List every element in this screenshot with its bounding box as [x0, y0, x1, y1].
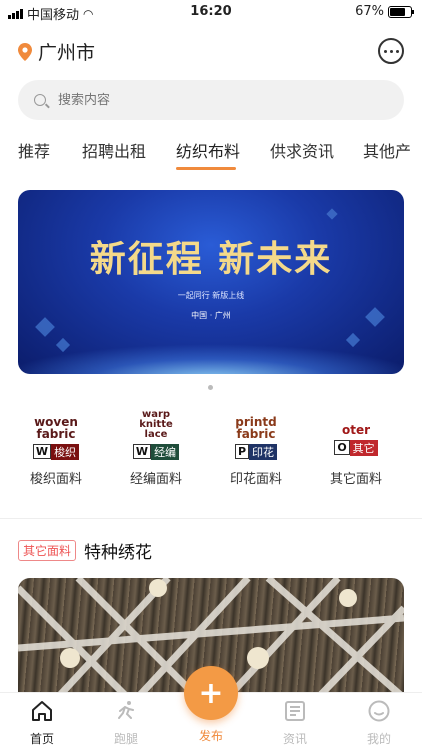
- publish-label[interactable]: 发布: [181, 727, 241, 744]
- banner-location: 中国 · 广州: [191, 311, 231, 320]
- tab-news[interactable]: 资讯: [265, 699, 325, 747]
- battery-percent: 67%: [355, 4, 384, 19]
- category-label: 经编面料: [129, 472, 182, 487]
- publish-button[interactable]: +: [184, 666, 238, 720]
- active-tab-indicator: [176, 167, 236, 170]
- banner-glow: [18, 344, 404, 374]
- tab-recommend[interactable]: 推荐: [18, 138, 50, 162]
- woven-logo-icon: woven fabric W 梭织: [32, 415, 80, 460]
- search-input[interactable]: [56, 91, 360, 109]
- search-bar[interactable]: [18, 80, 404, 120]
- tab-home-label: 首页: [29, 732, 54, 746]
- tab-recruit-rent[interactable]: 招聘出租: [82, 138, 146, 162]
- post-title: 特种绣花: [84, 543, 153, 563]
- battery-icon: [388, 5, 414, 18]
- home-icon: [32, 701, 52, 721]
- category-label: 其它面料: [329, 472, 382, 487]
- category-label: 印花面料: [229, 472, 282, 487]
- banner-subtitle: 一起同行 新版上线: [177, 291, 245, 300]
- other-logo-icon: oter O 其它: [326, 410, 386, 462]
- tab-news-label: 资讯: [282, 732, 307, 746]
- location-selector[interactable]: 广州市: [18, 38, 95, 65]
- post-header[interactable]: 其它面料 特种绣花: [18, 538, 152, 563]
- tab-textile-fabric[interactable]: 纺织布料: [176, 138, 240, 162]
- city-name: 广州市: [38, 42, 96, 64]
- news-icon: [285, 701, 305, 721]
- profile-icon: [368, 700, 390, 722]
- banner-title: 新征程 新未来: [89, 238, 333, 280]
- warp-knit-logo-icon: warp knitte lace W 经编: [126, 410, 186, 462]
- search-icon: [34, 94, 46, 106]
- tab-errands-label: 跑腿: [113, 732, 138, 746]
- category-warp-knit[interactable]: warp knitte lace W 经编 经编面料: [106, 410, 206, 488]
- tab-profile-label: 我的: [366, 732, 391, 746]
- fabric-categories: woven fabric W 梭织 梭织面料 warp knitte lace W…: [0, 410, 422, 500]
- post-category-tag: 其它面料: [18, 540, 77, 561]
- tab-profile[interactable]: 我的: [349, 699, 409, 747]
- location-pin-icon: [18, 42, 32, 61]
- status-bar: 中国移动 ◠ 16:20 67%: [0, 0, 422, 24]
- tab-supply-demand[interactable]: 供求资讯: [270, 138, 334, 162]
- tab-home[interactable]: 首页: [12, 699, 72, 747]
- category-printed[interactable]: printd fabric P 印花 印花面料: [206, 410, 306, 487]
- category-label: 梭织面料: [29, 472, 82, 487]
- category-woven[interactable]: woven fabric W 梭织 梭织面料: [6, 410, 106, 487]
- carousel-indicator: [208, 385, 213, 390]
- category-other[interactable]: oter O 其它 其它面料: [306, 410, 406, 487]
- header: 广州市: [0, 36, 422, 66]
- tab-other-products[interactable]: 其他产: [363, 138, 411, 162]
- message-icon[interactable]: [378, 38, 404, 64]
- printed-logo-icon: printd fabric P 印花: [234, 415, 278, 460]
- runner-icon: [118, 701, 134, 719]
- tab-errands[interactable]: 跑腿: [96, 699, 156, 747]
- promo-banner[interactable]: 新征程 新未来 一起同行 新版上线 中国 · 广州: [18, 190, 404, 374]
- section-divider: [0, 518, 422, 519]
